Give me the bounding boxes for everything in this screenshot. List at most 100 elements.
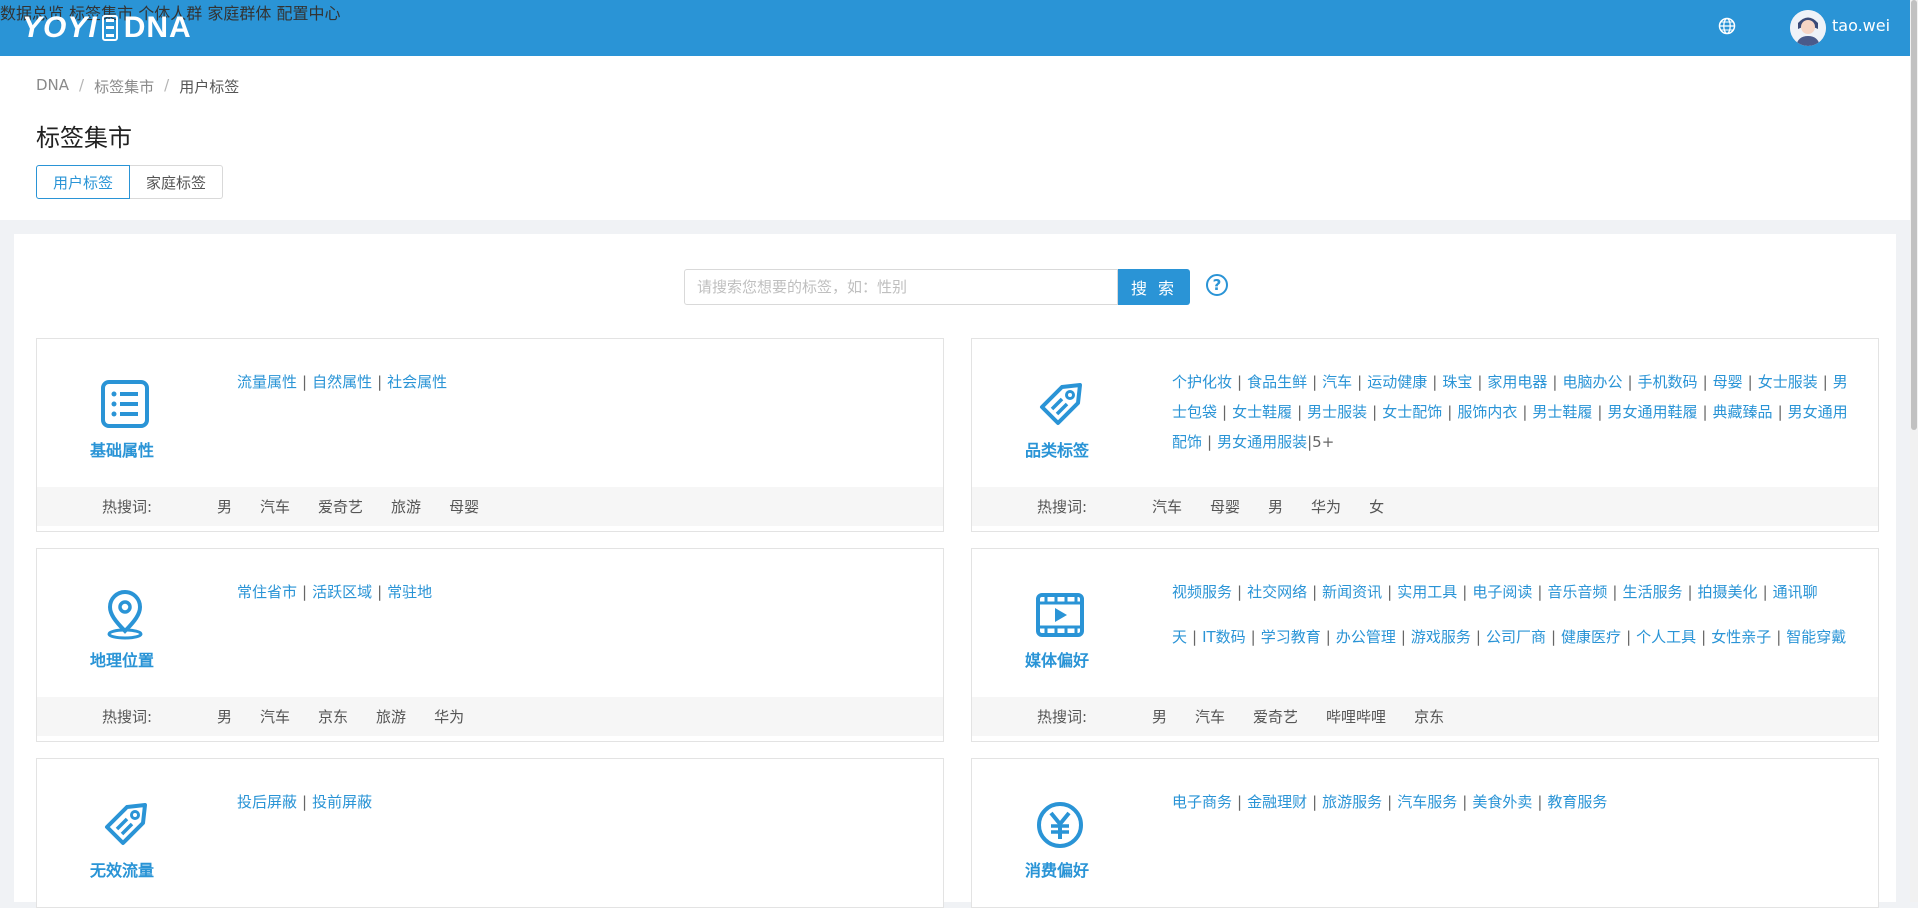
tag-link[interactable]: 典藏臻品 [1713, 403, 1773, 421]
tag-link[interactable]: 常驻地 [387, 583, 432, 601]
search-input[interactable] [684, 269, 1118, 305]
hot-keyword[interactable]: 汽车 [1195, 706, 1225, 727]
hot-keyword[interactable]: 旅游 [376, 706, 406, 727]
tag-link[interactable]: 女士鞋履 [1232, 403, 1292, 421]
tag-link[interactable]: 投后屏蔽 [237, 793, 297, 811]
page-title: 标签集市 [36, 124, 132, 152]
tag-link[interactable]: 办公管理 [1336, 628, 1396, 646]
tag-link[interactable]: 电脑办公 [1562, 373, 1622, 391]
nav-item-settings[interactable]: 配置中心 [276, 4, 340, 23]
brand-logo[interactable]: YOYI DNA [22, 9, 192, 47]
tag-link[interactable]: 男女通用鞋履 [1607, 403, 1697, 421]
category-card-invalid-traffic: 无效流量 投后屏蔽 | 投前屏蔽 [36, 758, 944, 908]
hot-keyword[interactable]: 男 [217, 706, 232, 727]
tag-separator: | [1747, 373, 1753, 391]
hot-keyword[interactable]: 哔哩哔哩 [1326, 706, 1386, 727]
tag-link[interactable]: 教育服务 [1547, 793, 1607, 811]
tab-user-tags[interactable]: 用户标签 [36, 165, 131, 199]
tag-separator: | [1477, 373, 1483, 391]
tag-link[interactable]: 母婴 [1713, 373, 1743, 391]
avatar[interactable] [1790, 10, 1826, 46]
hot-keyword[interactable]: 京东 [318, 706, 348, 727]
hot-keyword[interactable]: 汽车 [260, 706, 290, 727]
help-icon[interactable]: ? [1206, 274, 1228, 296]
search-button[interactable]: 搜 索 [1118, 269, 1190, 305]
breadcrumb-item-tag-market[interactable]: 标签集市 [94, 76, 154, 97]
tag-link[interactable]: 健康医疗 [1561, 628, 1621, 646]
tag-link[interactable]: 学习教育 [1261, 628, 1321, 646]
category-title[interactable]: 无效流量 [57, 857, 187, 881]
tag-separator: | [1777, 403, 1783, 421]
tag-link[interactable]: 智能穿戴 [1786, 628, 1846, 646]
tag-link[interactable]: 生活服务 [1622, 583, 1682, 601]
tag-link[interactable]: 旅游服务 [1322, 793, 1382, 811]
tag-link[interactable]: 社会属性 [387, 373, 447, 391]
tag-link[interactable]: 个人工具 [1636, 628, 1696, 646]
hot-keyword[interactable]: 爱奇艺 [1253, 706, 1298, 727]
hot-keyword[interactable]: 京东 [1414, 706, 1444, 727]
tag-link[interactable]: 电子阅读 [1472, 583, 1532, 601]
tag-link[interactable]: 运动健康 [1367, 373, 1427, 391]
hot-keyword[interactable]: 爱奇艺 [318, 496, 363, 517]
category-title[interactable]: 基础属性 [57, 437, 187, 461]
tag-link[interactable]: 家用电器 [1487, 373, 1547, 391]
tag-link[interactable]: 金融理财 [1247, 793, 1307, 811]
tag-link[interactable]: 公司厂商 [1486, 628, 1546, 646]
breadcrumb-item-dna[interactable]: DNA [36, 76, 69, 97]
tag-link[interactable]: 投前屏蔽 [312, 793, 372, 811]
hot-keyword[interactable]: 旅游 [391, 496, 421, 517]
video-icon [1036, 593, 1084, 637]
tag-link[interactable]: 汽车 [1322, 373, 1352, 391]
tag-link[interactable]: 美食外卖 [1472, 793, 1532, 811]
tag-link[interactable]: 珠宝 [1442, 373, 1472, 391]
more-tags-link[interactable]: |5+ [1307, 433, 1334, 451]
category-title[interactable]: 媒体偏好 [992, 647, 1122, 671]
tab-household-tags[interactable]: 家庭标签 [130, 165, 224, 199]
tag-link[interactable]: 女性亲子 [1711, 628, 1771, 646]
breadcrumb-separator: / [79, 76, 85, 94]
nav-item-households[interactable]: 家庭群体 [207, 4, 271, 23]
tag-link[interactable]: 视频服务 [1172, 583, 1232, 601]
tag-link[interactable]: 新闻资讯 [1322, 583, 1382, 601]
hot-keyword[interactable]: 华为 [434, 706, 464, 727]
tag-separator: | [1207, 433, 1213, 451]
tag-link[interactable]: 手机数码 [1638, 373, 1698, 391]
scrollbar-thumb[interactable] [1911, 0, 1917, 430]
tag-link[interactable]: 男士鞋履 [1532, 403, 1592, 421]
tag-link[interactable]: 常住省市 [237, 583, 297, 601]
tag-link[interactable]: 流量属性 [237, 373, 297, 391]
username[interactable]: tao.wei [1832, 16, 1890, 35]
category-title[interactable]: 品类标签 [992, 437, 1122, 461]
hot-keyword[interactable]: 母婴 [1210, 496, 1240, 517]
category-title[interactable]: 地理位置 [57, 647, 187, 671]
tag-link[interactable]: 活跃区域 [312, 583, 372, 601]
tag-link[interactable]: 游戏服务 [1411, 628, 1471, 646]
tag-link[interactable]: 自然属性 [312, 373, 372, 391]
category-title[interactable]: 消费偏好 [992, 857, 1122, 881]
tag-link[interactable]: 服饰内衣 [1457, 403, 1517, 421]
tag-link[interactable]: 电子商务 [1172, 793, 1232, 811]
hot-keyword[interactable]: 男 [217, 496, 232, 517]
tag-link[interactable]: 音乐音频 [1547, 583, 1607, 601]
tag-link[interactable]: 男女通用服装 [1217, 433, 1307, 451]
hot-keyword[interactable]: 母婴 [449, 496, 479, 517]
hot-keyword[interactable]: 华为 [1311, 496, 1341, 517]
tag-link[interactable]: 汽车服务 [1397, 793, 1457, 811]
hot-keywords-label: 热搜词: [1036, 708, 1088, 726]
hot-keyword[interactable]: 男 [1152, 706, 1167, 727]
tag-link[interactable]: 男士服装 [1307, 403, 1367, 421]
tag-link[interactable]: 社交网络 [1247, 583, 1307, 601]
category-card-category: 品类标签 个护化妆 | 食品生鲜 | 汽车 | 运动健康 | 珠宝 | 家用电器 | 电脑办公 | 手机数码… [971, 338, 1879, 532]
tag-link[interactable]: 女士服装 [1758, 373, 1818, 391]
tag-link[interactable]: 女士配饰 [1382, 403, 1442, 421]
tag-link[interactable]: 个护化妆 [1172, 373, 1232, 391]
tag-link[interactable]: IT数码 [1202, 628, 1246, 646]
globe-icon[interactable] [1718, 17, 1736, 35]
hot-keyword[interactable]: 汽车 [1152, 496, 1182, 517]
tag-link[interactable]: 实用工具 [1397, 583, 1457, 601]
hot-keyword[interactable]: 女 [1369, 496, 1384, 517]
tag-link[interactable]: 拍摄美化 [1698, 583, 1758, 601]
hot-keyword[interactable]: 汽车 [260, 496, 290, 517]
hot-keyword[interactable]: 男 [1268, 496, 1283, 517]
tag-link[interactable]: 食品生鲜 [1247, 373, 1307, 391]
